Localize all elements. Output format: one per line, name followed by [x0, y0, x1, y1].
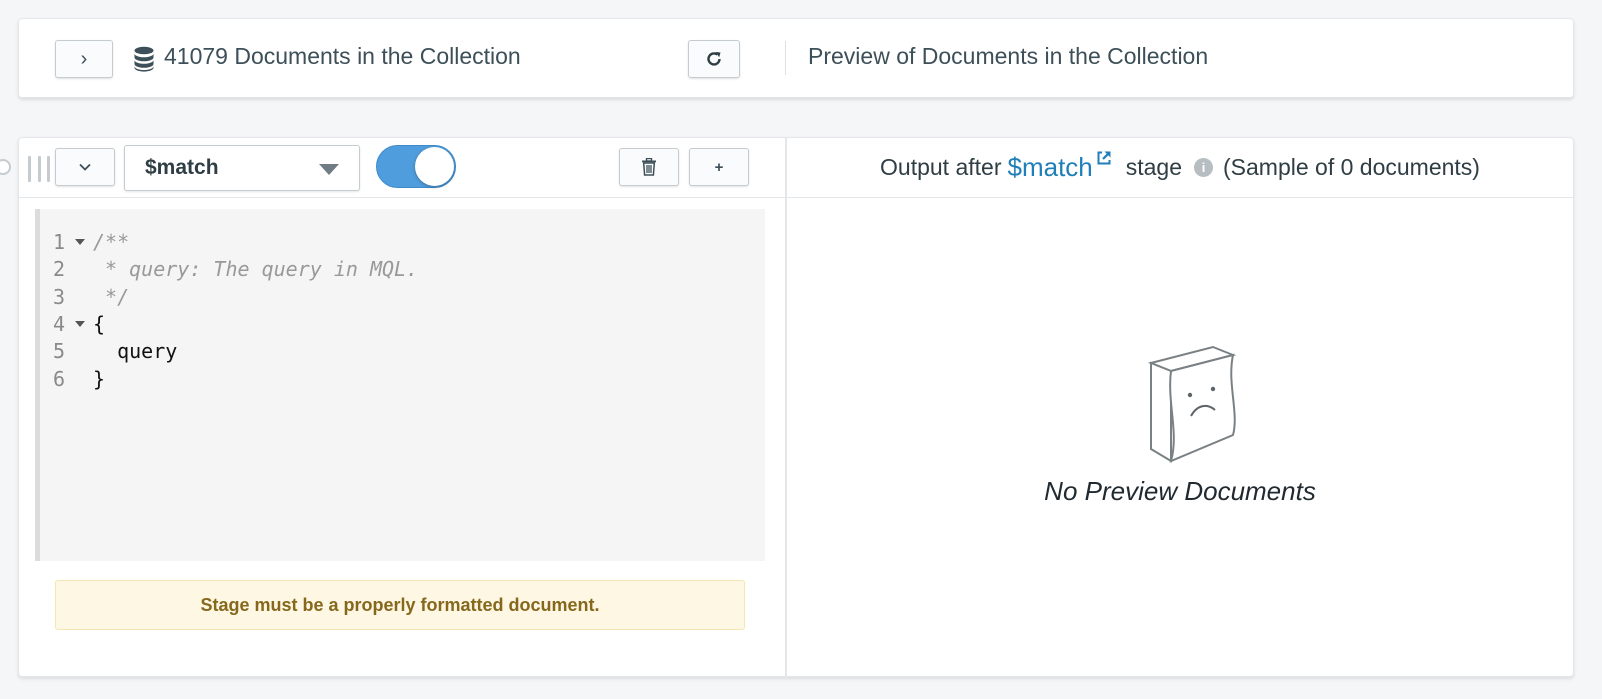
- empty-preview-state: No Preview Documents: [787, 343, 1573, 523]
- preview-title: Preview of Documents in the Collection: [808, 43, 1209, 69]
- line-number: 4: [53, 311, 66, 336]
- stage-toolbar: $match +: [0, 138, 785, 198]
- code-text: }: [93, 366, 106, 391]
- code-text: */: [93, 284, 130, 309]
- collapse-stage-button[interactable]: [55, 148, 115, 186]
- fold-toggle-icon[interactable]: [75, 239, 85, 245]
- collection-summary-bar: › 41079 Documents in the Collection Prev…: [18, 18, 1574, 98]
- code-text: * query: The query in MQL.: [93, 257, 419, 282]
- line-number: 6: [53, 366, 66, 391]
- summary-divider: [785, 41, 786, 75]
- code-line: 2 * query: The query in MQL.: [40, 255, 765, 283]
- code-line: 4{: [40, 310, 765, 338]
- delete-stage-button[interactable]: [619, 148, 679, 186]
- line-number: 2: [53, 257, 66, 282]
- drag-handle-icon[interactable]: [28, 156, 50, 182]
- stage-operator-select[interactable]: $match: [124, 145, 360, 191]
- code-line: 5 query: [40, 337, 765, 365]
- empty-preview-text: No Preview Documents: [1044, 476, 1316, 506]
- refresh-icon: [707, 52, 721, 66]
- code-line: 6}: [40, 365, 765, 393]
- caret-down-icon: [319, 164, 339, 175]
- refresh-button[interactable]: [688, 40, 740, 78]
- chevron-down-icon: [79, 163, 91, 171]
- toggle-knob: [415, 147, 454, 186]
- code-text: {: [93, 311, 106, 336]
- stage-enabled-toggle[interactable]: [376, 145, 456, 188]
- code-text: /**: [93, 230, 130, 254]
- stage-connector-circle: [0, 159, 11, 175]
- operator-link-label: $match: [1007, 152, 1093, 182]
- line-number: 1: [53, 230, 66, 254]
- fold-toggle-icon[interactable]: [75, 320, 85, 327]
- info-icon[interactable]: i: [1194, 158, 1214, 177]
- line-number: 5: [53, 339, 66, 364]
- stage-warning-message: Stage must be a properly formatted docum…: [55, 580, 745, 630]
- expand-button[interactable]: ›: [55, 40, 113, 78]
- output-prefix: Output after: [880, 154, 1002, 180]
- stage-output-header: Output after $match stage i (Sample of 0…: [787, 138, 1573, 198]
- trash-icon: [642, 158, 656, 176]
- chevron-right-icon: ›: [80, 48, 88, 70]
- stage-operator-value: $match: [145, 156, 219, 179]
- sad-document-icon: [1147, 345, 1237, 463]
- document-count: 41079 Documents in the Collection: [164, 43, 521, 69]
- pipeline-stage-card: $match + 1/** 2 * query: The query in MQL…: [0, 137, 1574, 678]
- external-link-icon: [1097, 151, 1111, 165]
- operator-docs-link[interactable]: $match: [1007, 151, 1111, 183]
- code-line: 3 */: [40, 283, 765, 311]
- code-text: query: [93, 339, 178, 364]
- add-stage-button[interactable]: +: [689, 148, 749, 186]
- database-icon: [134, 46, 154, 72]
- sample-count: (Sample of 0 documents): [1223, 154, 1480, 180]
- code-line: 1 /**: [40, 228, 765, 256]
- line-number: 3: [53, 284, 66, 309]
- stage-code-editor[interactable]: 1/** 2 * query: The query in MQL. 3 */4{5 …: [35, 209, 765, 561]
- output-stage-word: stage: [1125, 154, 1183, 180]
